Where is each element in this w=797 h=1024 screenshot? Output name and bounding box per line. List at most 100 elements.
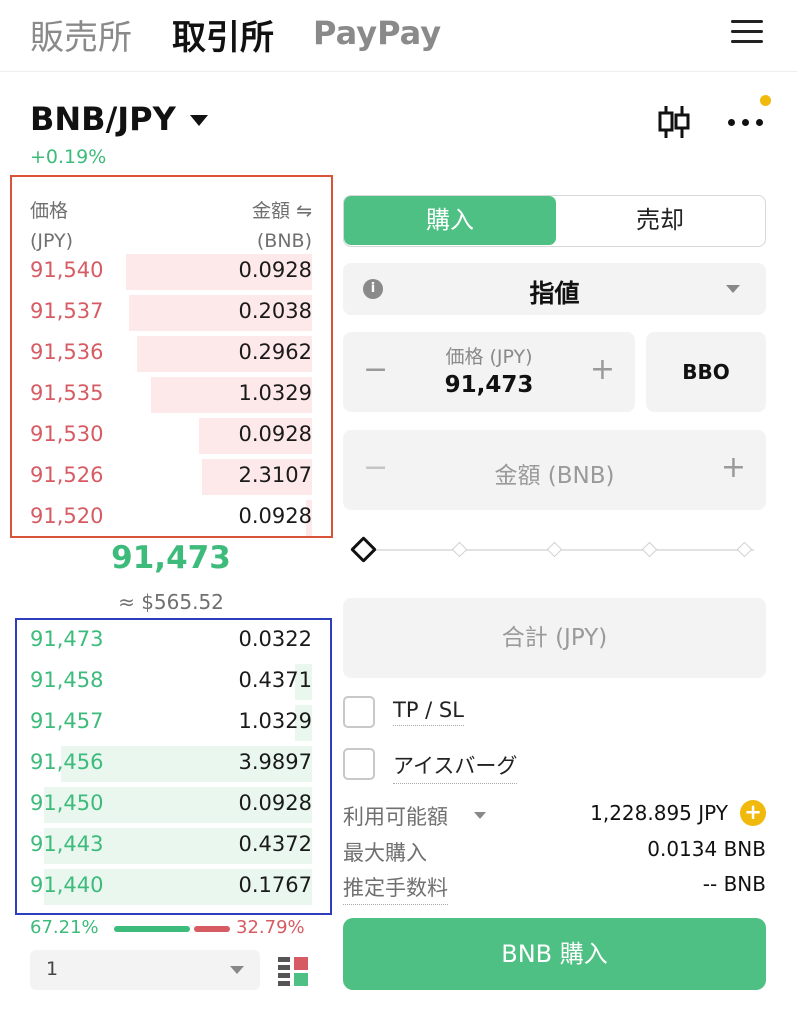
- bid-price: 91,458: [30, 668, 104, 692]
- bid-row[interactable]: 91,450 0.0928: [30, 785, 312, 823]
- amount-percent-slider[interactable]: [350, 535, 760, 565]
- caret-down-icon[interactable]: [190, 115, 208, 126]
- available-balance-label[interactable]: 利用可能額: [343, 801, 448, 831]
- ask-row[interactable]: 91,540 0.0928: [30, 252, 312, 290]
- max-buy-row: 最大購入 0.0134 BNB: [343, 837, 766, 867]
- ask-price: 91,535: [30, 381, 104, 405]
- tab-torihikijo[interactable]: 取引所: [172, 10, 274, 59]
- slider-step-50[interactable]: [546, 541, 563, 558]
- bid-row[interactable]: 91,473 0.0322: [30, 621, 312, 657]
- bid-row[interactable]: 91,457 1.0329: [30, 703, 312, 741]
- ask-price: 91,530: [30, 422, 104, 446]
- ask-quantity: 0.2038: [238, 299, 312, 323]
- bid-quantity: 0.4371: [238, 668, 312, 692]
- bid-quantity: 0.4372: [238, 832, 312, 856]
- buy-ratio: 67.21%: [30, 917, 99, 938]
- amount-input-placeholder: 金額 (BNB): [494, 463, 615, 489]
- ask-quantity: 0.0928: [238, 258, 312, 282]
- order-type-select[interactable]: i 指値: [343, 263, 766, 315]
- tab-hanbaijo[interactable]: 販売所: [30, 10, 132, 59]
- hamburger-menu-icon[interactable]: [731, 18, 763, 46]
- ask-price: 91,540: [30, 258, 104, 282]
- more-options-icon[interactable]: [726, 110, 766, 134]
- ask-quantity: 0.0928: [238, 422, 312, 446]
- ask-quantity: 2.3107: [238, 463, 312, 487]
- book-layout-icon[interactable]: [277, 955, 309, 987]
- bid-price: 91,457: [30, 709, 104, 733]
- bid-price: 91,443: [30, 832, 104, 856]
- ask-row[interactable]: 91,537 0.2038: [30, 293, 312, 331]
- amount-input[interactable]: − 金額 (BNB) +: [343, 430, 766, 510]
- buy-submit-button[interactable]: BNB 購入: [343, 918, 766, 990]
- bid-row[interactable]: 91,458 0.4371: [30, 662, 312, 700]
- sell-ratio-bar: [194, 926, 230, 932]
- bid-row[interactable]: 91,443 0.4372: [30, 826, 312, 864]
- usd-equivalent-price: ≈ $565.52: [118, 590, 224, 614]
- depth-precision-value: 1: [46, 958, 59, 980]
- amount-column-label: 金額 ⇋: [252, 200, 312, 222]
- estimated-fee-row: 推定手数料 -- BNB: [343, 872, 766, 905]
- bid-quantity: 0.0322: [238, 627, 312, 651]
- price-input[interactable]: − 価格 (JPY) 91,473 +: [343, 332, 635, 412]
- ask-quantity: 0.2962: [238, 340, 312, 364]
- last-trade-price: 91,473: [111, 540, 231, 576]
- order-type-value: 指値: [529, 279, 580, 308]
- ask-row[interactable]: 91,520 0.0928: [30, 498, 312, 536]
- bid-quantity: 0.0928: [238, 791, 312, 815]
- bid-price: 91,473: [30, 627, 104, 651]
- total-input[interactable]: 合計 (JPY): [343, 598, 766, 678]
- tpsl-checkbox[interactable]: [343, 696, 375, 728]
- deposit-plus-icon[interactable]: +: [740, 800, 766, 826]
- tpsl-label[interactable]: TP / SL: [393, 698, 464, 726]
- ask-price: 91,536: [30, 340, 104, 364]
- bid-quantity: 1.0329: [238, 709, 312, 733]
- bid-price: 91,456: [30, 750, 104, 774]
- sell-tab[interactable]: 売却: [556, 196, 764, 245]
- ask-row[interactable]: 91,526 2.3107: [30, 457, 312, 495]
- price-change: +0.19%: [30, 146, 107, 168]
- bid-price: 91,450: [30, 791, 104, 815]
- buy-ratio-bar: [114, 926, 190, 932]
- caret-down-icon[interactable]: [474, 812, 486, 819]
- depth-precision-select[interactable]: 1: [30, 950, 260, 990]
- iceberg-label[interactable]: アイスバーグ: [393, 750, 518, 784]
- ask-row[interactable]: 91,535 1.0329: [30, 375, 312, 413]
- ask-row[interactable]: 91,530 0.0928: [30, 416, 312, 454]
- slider-step-25[interactable]: [451, 541, 468, 558]
- ask-quantity: 1.0329: [238, 381, 312, 405]
- bbo-button[interactable]: BBO: [646, 332, 766, 412]
- max-buy-label: 最大購入: [343, 841, 427, 865]
- ask-quantity: 0.0928: [238, 504, 312, 528]
- sell-ratio: 32.79%: [236, 917, 305, 938]
- max-buy-value: 0.0134 BNB: [647, 837, 766, 861]
- chevron-down-icon: [230, 966, 244, 974]
- amount-increment-button[interactable]: +: [721, 450, 746, 485]
- price-column-label: 価格: [30, 200, 69, 222]
- buy-tab[interactable]: 購入: [344, 196, 556, 245]
- estimated-fee-value: -- BNB: [702, 872, 766, 896]
- bid-quantity: 3.9897: [238, 750, 312, 774]
- bid-row[interactable]: 91,440 0.1767: [30, 867, 312, 905]
- estimated-fee-label[interactable]: 推定手数料: [343, 872, 448, 905]
- iceberg-checkbox[interactable]: [343, 748, 375, 780]
- bid-row[interactable]: 91,456 3.9897: [30, 744, 312, 782]
- ask-price: 91,520: [30, 504, 104, 528]
- notification-dot: [760, 95, 771, 106]
- available-balance-row: 利用可能額 1,228.895 JPY +: [343, 800, 766, 831]
- candlestick-chart-icon[interactable]: [657, 104, 691, 140]
- available-balance-value: 1,228.895 JPY: [590, 801, 728, 825]
- ask-price: 91,526: [30, 463, 104, 487]
- buy-sell-toggle: 購入 売却: [343, 195, 766, 247]
- tab-paypay[interactable]: PayPay: [313, 14, 441, 52]
- ask-row[interactable]: 91,536 0.2962: [30, 334, 312, 372]
- chevron-down-icon: [726, 285, 740, 293]
- ask-price: 91,537: [30, 299, 104, 323]
- amount-column-toggle[interactable]: 金額 ⇋ (BNB): [252, 196, 312, 256]
- price-increment-button[interactable]: +: [590, 352, 615, 387]
- pair-selector[interactable]: BNB/JPY: [30, 100, 176, 138]
- top-navigation: 販売所 取引所 PayPay: [0, 0, 797, 72]
- slider-step-75[interactable]: [641, 541, 658, 558]
- slider-step-100[interactable]: [736, 541, 753, 558]
- bid-price: 91,440: [30, 873, 104, 897]
- slider-thumb[interactable]: [350, 536, 377, 563]
